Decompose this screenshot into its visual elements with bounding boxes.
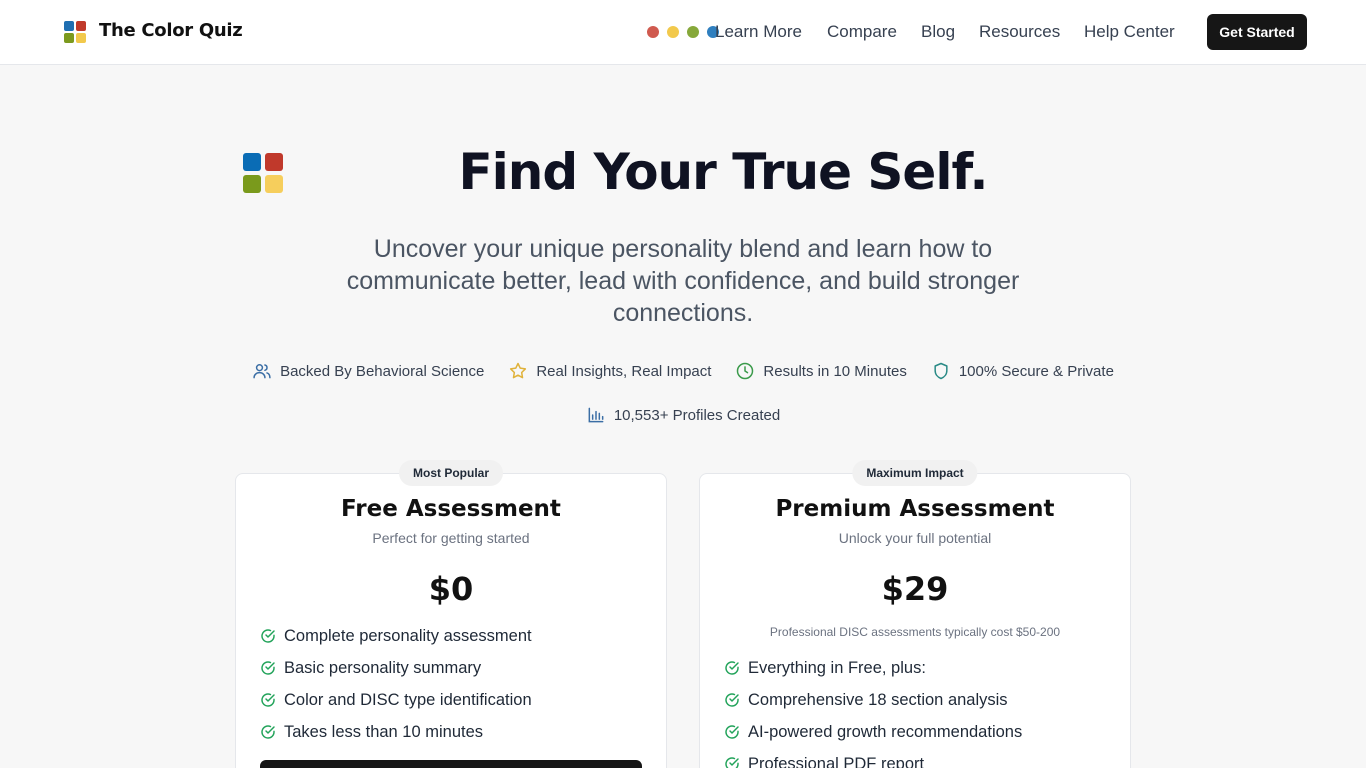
- plan-price: $0: [428, 570, 474, 608]
- site-header: The Color Quiz Learn More Compare Blog R…: [0, 0, 1366, 65]
- nav-resources[interactable]: Resources: [979, 22, 1060, 42]
- nav-blog[interactable]: Blog: [921, 22, 955, 42]
- price-note: Professional DISC assessments typically …: [769, 625, 1061, 639]
- free-plan-card: Most Popular Free Assessment Perfect for…: [235, 460, 667, 768]
- check-circle-icon: [725, 661, 739, 675]
- color-dots: [647, 26, 719, 38]
- list-item: Professional PDF report: [724, 748, 1022, 768]
- stat-label: 10,553+ Profiles Created: [613, 406, 781, 424]
- shield-icon: [934, 362, 948, 380]
- plan-price: $29: [881, 570, 949, 608]
- list-item: AI-powered growth recommendations: [724, 716, 1022, 748]
- list-item: Color and DISC type identification: [260, 684, 532, 716]
- most-popular-badge: Most Popular: [398, 460, 504, 486]
- check-circle-icon: [261, 661, 275, 675]
- brand-name[interactable]: The Color Quiz: [99, 20, 243, 41]
- feature-text: Takes less than 10 minutes: [284, 722, 484, 741]
- green-dot-icon: [687, 26, 699, 38]
- feature-item: Real Insights, Real Impact: [508, 359, 711, 383]
- check-circle-icon: [261, 629, 275, 643]
- star-icon: [510, 362, 527, 379]
- feature-text: Everything in Free, plus:: [748, 658, 926, 677]
- nav-compare[interactable]: Compare: [827, 22, 897, 42]
- feature-label: 100% Secure & Private: [958, 362, 1114, 380]
- red-dot-icon: [647, 26, 659, 38]
- clock-icon: [737, 362, 754, 380]
- hero-title: Find Your True Self.: [458, 143, 989, 201]
- free-assessment-button[interactable]: [260, 760, 642, 768]
- feature-text: Color and DISC type identification: [284, 690, 532, 709]
- yellow-dot-icon: [667, 26, 679, 38]
- plan-subtitle: Perfect for getting started: [372, 530, 530, 546]
- stat-item: 10,553+ Profiles Created: [586, 403, 780, 427]
- nav-learn-more[interactable]: Learn More: [715, 22, 802, 42]
- list-item: Complete personality assessment: [260, 620, 532, 652]
- feature-text: Basic personality summary: [284, 658, 482, 677]
- logo-icon[interactable]: [64, 21, 86, 43]
- plan-title: Premium Assessment: [775, 496, 1055, 522]
- plan-features: Everything in Free, plus: Comprehensive …: [724, 652, 1022, 768]
- feature-label: Backed By Behavioral Science: [280, 362, 485, 380]
- check-circle-icon: [261, 725, 275, 739]
- feature-item: Results in 10 Minutes: [735, 359, 907, 383]
- plan-subtitle: Unlock your full potential: [838, 530, 992, 546]
- feature-text: Complete personality assessment: [284, 626, 532, 645]
- feature-text: Comprehensive 18 section analysis: [748, 690, 1008, 709]
- feature-label: Results in 10 Minutes: [763, 362, 907, 380]
- check-circle-icon: [261, 693, 275, 707]
- check-circle-icon: [725, 693, 739, 707]
- premium-plan-card: Maximum Impact Premium Assessment Unlock…: [699, 460, 1131, 768]
- nav-help-center[interactable]: Help Center: [1084, 22, 1175, 42]
- list-item: Basic personality summary: [260, 652, 532, 684]
- feature-text: AI-powered growth recommendations: [748, 722, 1023, 741]
- maximum-impact-badge: Maximum Impact: [852, 460, 978, 486]
- list-item: Comprehensive 18 section analysis: [724, 684, 1022, 716]
- plan-features: Complete personality assessment Basic pe…: [260, 620, 532, 748]
- check-circle-icon: [725, 725, 739, 739]
- get-started-button[interactable]: Get Started: [1207, 14, 1307, 50]
- plan-title: Free Assessment: [341, 496, 561, 522]
- feature-item: Backed By Behavioral Science: [252, 359, 484, 383]
- users-icon: [253, 364, 271, 379]
- feature-list: Backed By Behavioral Science Real Insigh…: [0, 359, 1366, 383]
- bar-chart-icon: [588, 407, 604, 423]
- list-item: Everything in Free, plus:: [724, 652, 1022, 684]
- feature-item: 100% Secure & Private: [931, 359, 1114, 383]
- check-circle-icon: [725, 757, 739, 768]
- profiles-stat: 10,553+ Profiles Created: [0, 403, 1366, 427]
- list-item: Takes less than 10 minutes: [260, 716, 532, 748]
- feature-label: Real Insights, Real Impact: [536, 362, 712, 380]
- hero-subtitle: Uncover your unique personality blend an…: [346, 235, 1020, 327]
- feature-text: Professional PDF report: [748, 754, 925, 768]
